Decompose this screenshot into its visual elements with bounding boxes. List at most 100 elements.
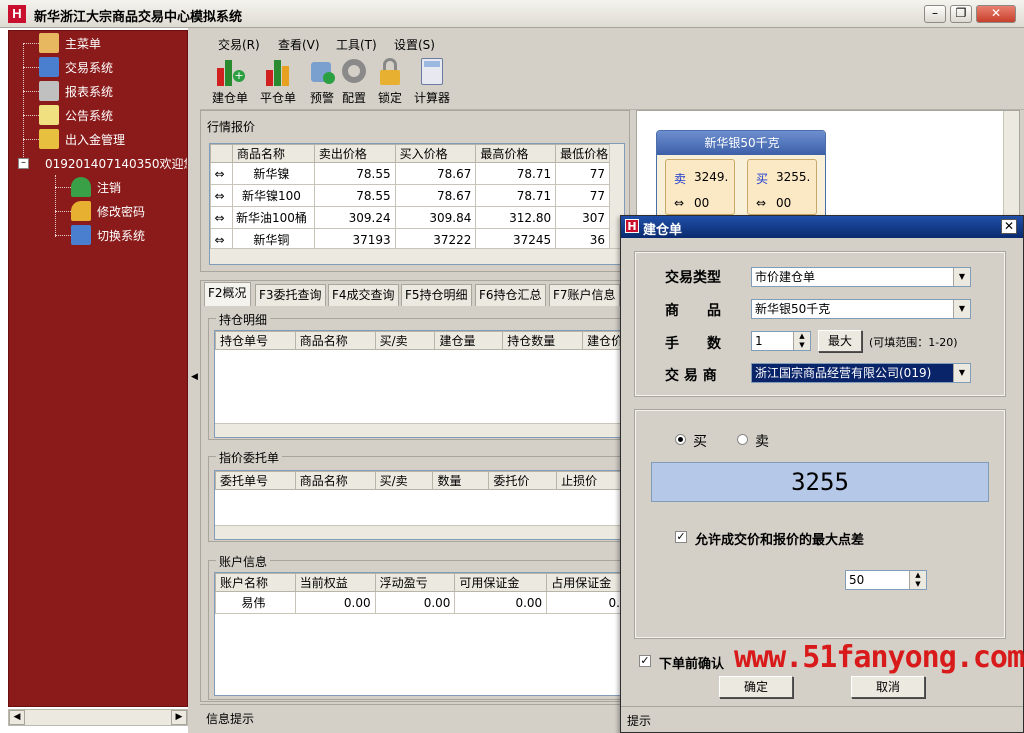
sidebar-hscrollbar[interactable]: ◀ ▶ — [8, 709, 188, 726]
maximize-button[interactable]: ❐ — [950, 5, 972, 23]
collapse-sidebar-icon[interactable]: ◀ — [191, 372, 198, 382]
sell-qty: 00 — [694, 196, 710, 210]
column-header[interactable]: 占用保证金 — [546, 573, 623, 592]
lots-stepper[interactable]: 1 ▲ ▼ — [751, 331, 811, 351]
sidebar-item-announcements[interactable]: 公告系统 — [39, 104, 113, 126]
stepper-arrows-icon[interactable]: ▲ ▼ — [909, 571, 926, 589]
menu-trade[interactable]: 交易(R) — [218, 36, 260, 53]
allow-diff-checkbox[interactable]: ✓ — [675, 531, 687, 543]
buy-radio-label[interactable]: 买 — [693, 431, 707, 451]
trade-type-select[interactable]: 市价建仓单 ▼ — [751, 267, 971, 287]
tree-collapse-toggle[interactable]: – — [18, 158, 29, 169]
sidebar-item-label: 出入金管理 — [65, 132, 126, 147]
minimize-button[interactable]: – — [924, 5, 946, 23]
column-header[interactable]: 持仓单号 — [215, 331, 296, 350]
column-header[interactable]: 商品名称 — [231, 144, 315, 163]
chat-icon — [39, 105, 59, 125]
lots-label: 手 数 — [665, 336, 721, 352]
sidebar-item-change-password[interactable]: 修改密码 — [71, 200, 145, 222]
scroll-left-button[interactable]: ◀ — [9, 710, 25, 725]
positions-hscrollbar[interactable] — [215, 423, 623, 437]
sidebar-item-trading[interactable]: 交易系统 — [39, 56, 113, 78]
cancel-button[interactable]: 取消 — [851, 676, 925, 698]
product-quote-card[interactable]: 新华银50千克 卖 3249. ⇔ 00 买 3255. ⇔ 00 — [656, 130, 826, 220]
confirm-before-order-checkbox[interactable]: ✓ — [639, 655, 651, 667]
table-cell: 309.24 — [313, 206, 396, 229]
column-header[interactable]: 卖出价格 — [313, 144, 396, 163]
table-row[interactable]: ⇔ 新华油100桶 309.24 309.84 312.80 307 — [210, 206, 610, 229]
quote-hscrollbar[interactable] — [210, 248, 624, 264]
column-header[interactable]: 买入价格 — [394, 144, 477, 163]
column-header[interactable]: 可用保证金 — [454, 573, 548, 592]
table-cell: 新华镍100 — [231, 184, 315, 207]
tab-trade-query[interactable]: F4成交查询 — [328, 284, 399, 306]
column-header[interactable]: 委托单号 — [215, 471, 296, 490]
column-header[interactable]: 委托价 — [488, 471, 558, 490]
diff-stepper[interactable]: 50 ▲ ▼ — [845, 570, 927, 590]
close-button[interactable]: ✕ — [976, 5, 1016, 23]
allow-diff-label[interactable]: 允许成交价和报价的最大点差 — [695, 529, 864, 548]
bar-chart-icon — [263, 56, 293, 86]
menu-settings[interactable]: 设置(S) — [394, 36, 435, 53]
tab-position-detail[interactable]: F5持仓明细 — [401, 284, 472, 306]
buy-label: 买 — [756, 172, 769, 186]
coins-icon — [39, 129, 59, 149]
chevron-down-icon: ▼ — [953, 268, 970, 286]
open-position-button[interactable]: + 建仓单 — [208, 56, 252, 106]
column-header[interactable]: 止损价 — [556, 471, 623, 490]
menu-tools[interactable]: 工具(T) — [336, 36, 377, 53]
ok-button[interactable]: 确定 — [719, 676, 793, 698]
column-header[interactable]: 当前权益 — [294, 573, 376, 592]
positions-table: 持仓单号 商品名称 买/卖 建仓量 持仓数量 建仓价 — [214, 330, 624, 438]
column-header[interactable]: 数量 — [432, 471, 490, 490]
product-select[interactable]: 新华银50千克 ▼ — [751, 299, 971, 319]
menu-view[interactable]: 查看(V) — [278, 36, 320, 53]
dialog-close-button[interactable]: ✕ — [1001, 219, 1017, 234]
column-header[interactable]: 商品名称 — [294, 331, 376, 350]
buy-quote-box[interactable]: 买 3255. ⇔ 00 — [747, 159, 817, 215]
column-header[interactable]: 买/卖 — [374, 331, 436, 350]
column-header[interactable]: 商品名称 — [294, 471, 376, 490]
column-header[interactable]: 建仓量 — [434, 331, 504, 350]
table-row[interactable]: ⇔ 新华镍100 78.55 78.67 78.71 77 — [210, 184, 610, 207]
column-header[interactable]: 浮动盈亏 — [374, 573, 456, 592]
sell-quote-box[interactable]: 卖 3249. ⇔ 00 — [665, 159, 735, 215]
column-header[interactable]: 账户名称 — [215, 573, 296, 592]
tab-account-info[interactable]: F7账户信息 — [549, 284, 620, 306]
card-area-vscrollbar[interactable] — [1003, 111, 1019, 217]
orders-hscrollbar[interactable] — [215, 525, 623, 539]
stepper-arrows-icon[interactable]: ▲ ▼ — [793, 332, 810, 350]
confirm-before-order-label[interactable]: 下单前确认 — [659, 653, 724, 672]
scroll-right-button[interactable]: ▶ — [171, 710, 187, 725]
column-header[interactable]: 买/卖 — [374, 471, 434, 490]
sidebar-item-user[interactable]: 019201407140350欢迎您 — [39, 152, 187, 174]
lock-button[interactable]: 锁定 — [368, 56, 412, 106]
table-row[interactable]: 易伟 0.00 0.00 0.00 0. — [215, 591, 623, 614]
sidebar-item-logout[interactable]: 注销 — [71, 176, 121, 198]
sidebar-item-funds[interactable]: 出入金管理 — [39, 128, 125, 150]
column-header[interactable]: 持仓数量 — [502, 331, 584, 350]
dialog-title-bar[interactable]: H 建仓单 ✕ — [621, 216, 1023, 238]
max-lots-button[interactable]: 最大 — [818, 330, 862, 352]
tab-overview[interactable]: F2概况 — [204, 282, 251, 306]
sell-radio[interactable] — [737, 434, 748, 445]
sidebar-item-main-menu[interactable]: 主菜单 — [39, 32, 101, 54]
column-header — [210, 144, 233, 163]
calculator-icon — [417, 56, 447, 86]
orders-table: 委托单号 商品名称 买/卖 数量 委托价 止损价 — [214, 470, 624, 540]
table-row[interactable]: ⇔ 新华镍 78.55 78.67 78.71 77 — [210, 162, 610, 185]
column-header[interactable]: 最低价格 — [555, 144, 610, 163]
sell-radio-label[interactable]: 卖 — [755, 431, 769, 451]
tab-order-query[interactable]: F3委托查询 — [255, 284, 326, 306]
sidebar-item-switch-system[interactable]: 切换系统 — [71, 224, 145, 246]
column-header[interactable]: 最高价格 — [475, 144, 557, 163]
column-header[interactable]: 建仓价 — [582, 331, 623, 350]
calculator-button[interactable]: 计算器 — [410, 56, 454, 106]
chart-icon — [39, 81, 59, 101]
broker-select[interactable]: 浙江国宗商品经营有限公司(019) ▼ — [751, 363, 971, 383]
close-position-button[interactable]: 平仓单 — [256, 56, 300, 106]
buy-radio[interactable] — [675, 434, 686, 445]
sidebar-item-reports[interactable]: 报表系统 — [39, 80, 113, 102]
tab-position-summary[interactable]: F6持仓汇总 — [475, 284, 546, 306]
sidebar-item-label: 修改密码 — [97, 204, 146, 219]
